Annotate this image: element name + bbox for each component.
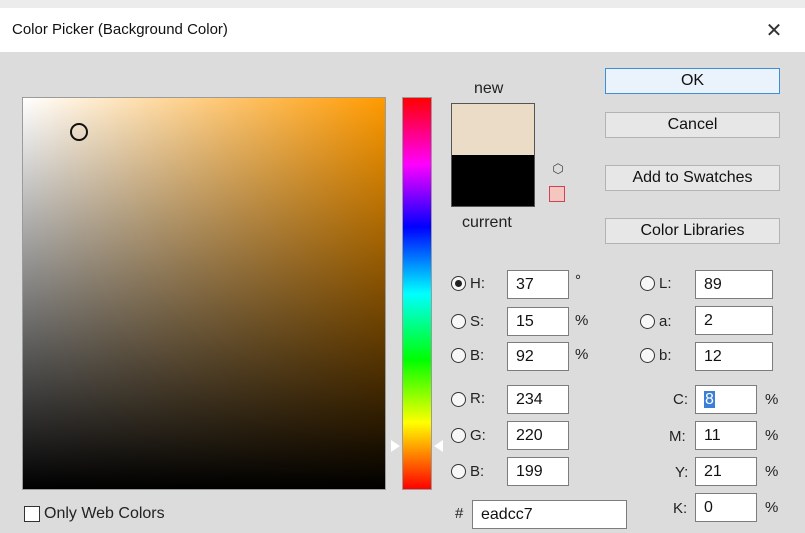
hue-radio[interactable]	[451, 276, 466, 291]
hue-unit: °	[575, 272, 581, 289]
brightness-radio[interactable]	[451, 348, 466, 363]
red-label: R:	[470, 390, 485, 407]
close-icon[interactable]: ✕	[760, 18, 788, 44]
websafe-swatch-icon[interactable]	[549, 186, 565, 202]
cyan-label: C:	[673, 391, 688, 408]
color-preview	[451, 103, 535, 207]
color-libraries-button[interactable]: Color Libraries	[605, 218, 780, 244]
green-radio[interactable]	[451, 428, 466, 443]
new-color-label: new	[474, 80, 504, 97]
red-radio[interactable]	[451, 392, 466, 407]
lab-b-label: b:	[659, 347, 672, 364]
brightness-input[interactable]: 92	[507, 342, 569, 371]
blue-radio[interactable]	[451, 464, 466, 479]
blue-input[interactable]: 199	[507, 457, 569, 486]
saturation-input[interactable]: 15	[507, 307, 569, 336]
green-input[interactable]: 220	[507, 421, 569, 450]
cyan-unit: %	[765, 391, 779, 408]
color-field[interactable]	[22, 97, 386, 490]
hex-input[interactable]: eadcc7	[472, 500, 627, 529]
only-web-colors-checkbox[interactable]	[24, 506, 40, 522]
red-input[interactable]: 234	[507, 385, 569, 414]
yellow-input[interactable]: 21	[695, 457, 757, 486]
blue-label: B:	[470, 463, 485, 480]
lab-l-radio[interactable]	[640, 276, 655, 291]
lab-a-radio[interactable]	[640, 314, 655, 329]
hue-slider-left-handle[interactable]	[391, 440, 400, 452]
black-input[interactable]: 0	[695, 493, 757, 522]
hue-input[interactable]: 37	[507, 270, 569, 299]
current-color-swatch[interactable]	[452, 155, 534, 206]
yellow-unit: %	[765, 463, 779, 480]
window-top-strip	[0, 0, 805, 8]
yellow-label: Y:	[675, 464, 689, 481]
black-unit: %	[765, 499, 779, 516]
black-label: K:	[673, 500, 688, 517]
magenta-label: M:	[669, 428, 686, 445]
magenta-unit: %	[765, 427, 779, 444]
lab-a-input[interactable]: 2	[695, 306, 773, 335]
cube-icon[interactable]: ⬡	[551, 162, 565, 176]
hex-label: #	[455, 505, 464, 522]
ok-button[interactable]: OK	[605, 68, 780, 94]
hue-slider[interactable]	[402, 97, 432, 490]
window-title: Color Picker (Background Color)	[12, 21, 228, 38]
hue-slider-right-handle[interactable]	[434, 440, 443, 452]
lab-b-input[interactable]: 12	[695, 342, 773, 371]
only-web-colors-label: Only Web Colors	[44, 505, 165, 522]
current-color-label: current	[462, 214, 512, 231]
saturation-unit: %	[575, 312, 589, 329]
brightness-unit: %	[575, 346, 589, 363]
hue-label: H:	[470, 275, 485, 292]
brightness-label: B:	[470, 347, 485, 364]
cyan-input[interactable]: 8	[695, 385, 757, 414]
green-label: G:	[470, 427, 486, 444]
saturation-radio[interactable]	[451, 314, 466, 329]
add-to-swatches-button[interactable]: Add to Swatches	[605, 165, 780, 191]
lab-l-label: L:	[659, 275, 672, 292]
title-bar: Color Picker (Background Color) ✕	[0, 8, 805, 52]
new-color-swatch	[452, 104, 534, 155]
cancel-button[interactable]: Cancel	[605, 112, 780, 138]
lab-a-label: a:	[659, 313, 672, 330]
cyan-value-selected: 8	[704, 391, 715, 408]
saturation-label: S:	[470, 313, 485, 330]
color-field-picker-circle[interactable]	[70, 123, 88, 141]
lab-b-radio[interactable]	[640, 348, 655, 363]
magenta-input[interactable]: 11	[695, 421, 757, 450]
lab-l-input[interactable]: 89	[695, 270, 773, 299]
